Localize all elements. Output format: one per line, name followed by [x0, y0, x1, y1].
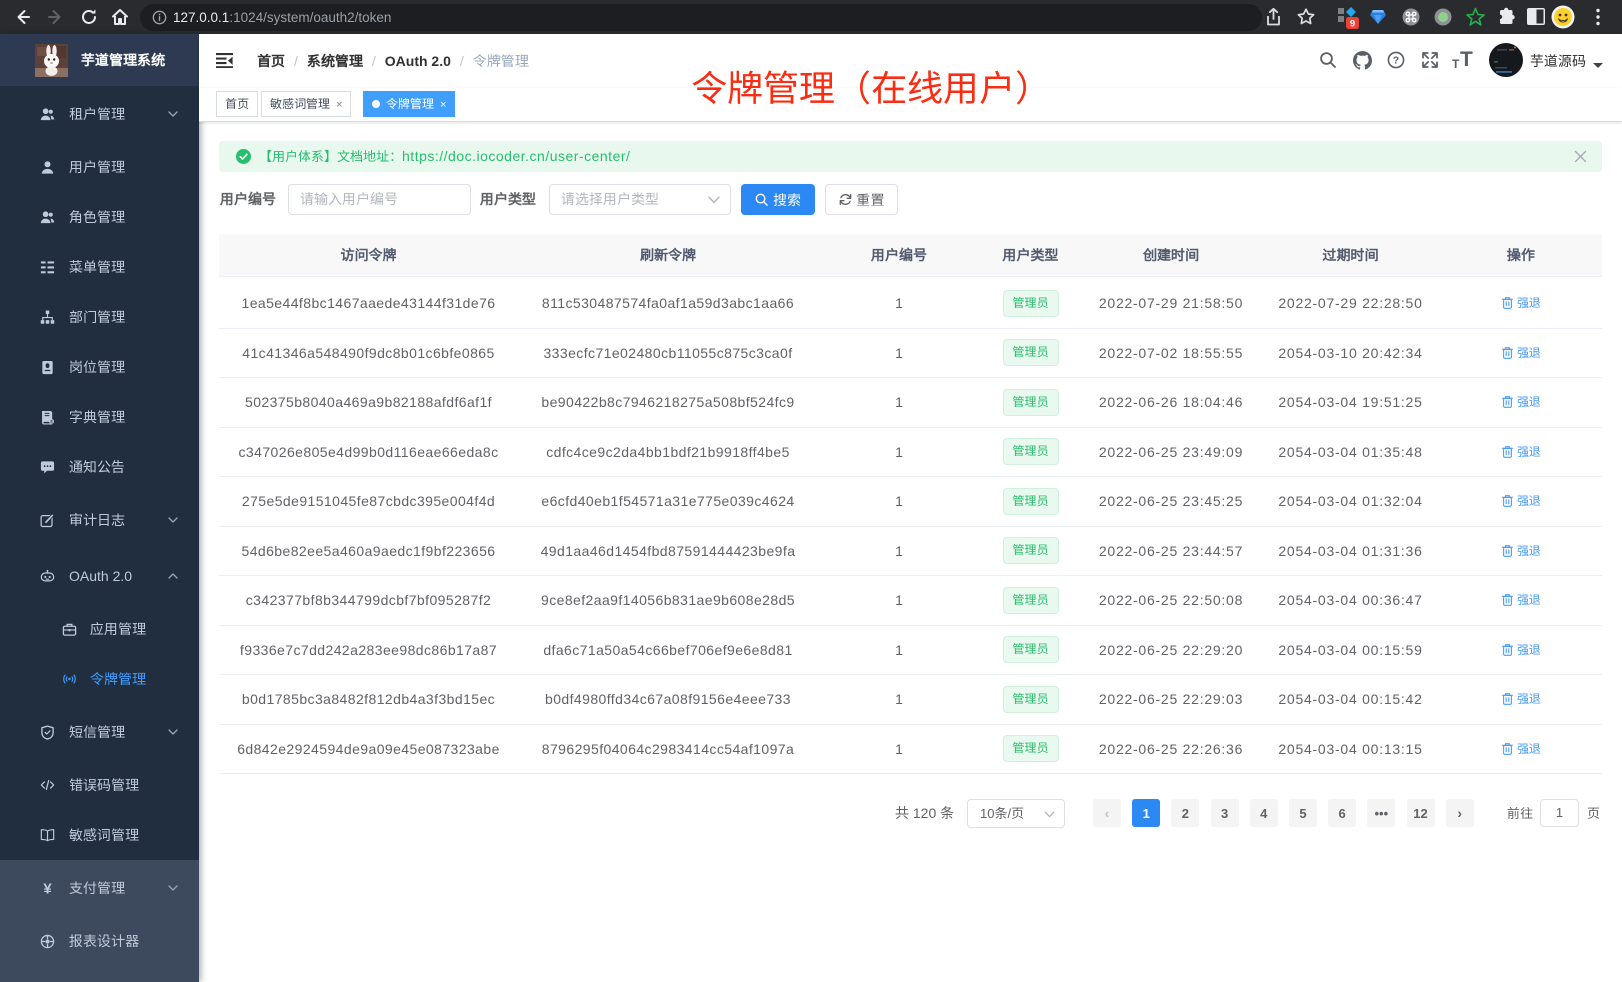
svg-text:?: ? — [1393, 55, 1399, 67]
svg-text:9: 9 — [1350, 19, 1355, 30]
svg-text:¥: ¥ — [43, 881, 52, 896]
